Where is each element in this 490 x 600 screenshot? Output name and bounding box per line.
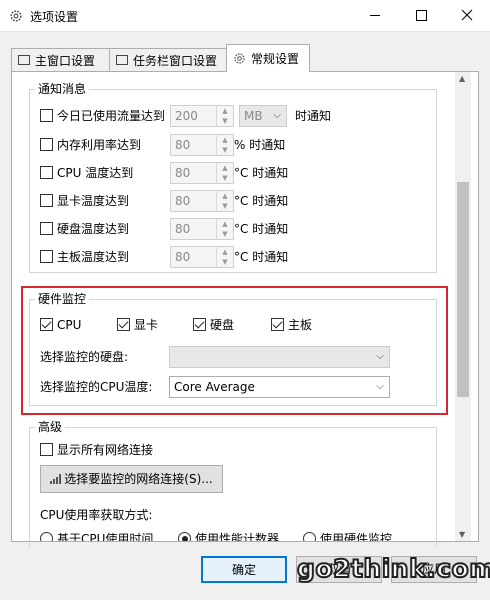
down-arrow-icon[interactable]: ▼ — [216, 229, 233, 239]
tab-label: 任务栏窗口设置 — [133, 53, 218, 68]
notify-board-temp-suffix: °C 时通知 — [234, 250, 289, 264]
select-connections-label: 选择要监控的网络连接(S)... — [64, 472, 213, 486]
notify-gpu-temp-suffix: °C 时通知 — [234, 194, 289, 208]
signal-bars-icon — [50, 474, 62, 484]
notify-memory-checkbox[interactable] — [40, 138, 53, 151]
up-arrow-icon[interactable]: ▲ — [216, 163, 233, 173]
close-button[interactable] — [444, 0, 490, 31]
highlight-box — [21, 286, 448, 415]
notify-memory-suffix: % 时通知 — [234, 138, 286, 152]
traffic-unit-select[interactable]: MB ⌵ — [239, 105, 287, 127]
scrollbar-thumb[interactable] — [457, 182, 469, 397]
disk-temp-spinner[interactable]: 80 ▲ ▼ — [170, 218, 234, 240]
radio-hw-monitor[interactable] — [303, 532, 316, 541]
cpu-method-label: CPU使用率获取方式: — [40, 508, 153, 522]
gpu-temp-spinner[interactable]: 80 ▲ ▼ — [170, 190, 234, 212]
notify-cpu-temp-checkbox[interactable] — [40, 166, 53, 179]
down-arrow-icon[interactable]: ▼ — [216, 116, 233, 126]
radio-hw-monitor-label: 使用硬件监控 — [320, 532, 393, 541]
select-connections-button[interactable]: 选择要监控的网络连接(S)... — [40, 465, 223, 493]
scroll-down-icon[interactable]: ▼ — [459, 530, 465, 539]
radio-perf-counter-label: 使用性能计数器 — [195, 532, 280, 541]
notify-traffic-suffix: 时通知 — [295, 109, 332, 123]
maximize-button[interactable] — [398, 0, 444, 31]
ok-button[interactable]: 确定 — [201, 556, 287, 583]
down-arrow-icon[interactable]: ▼ — [216, 201, 233, 211]
show-all-connections-checkbox[interactable] — [40, 443, 53, 456]
window-icon — [18, 55, 30, 65]
notify-cpu-temp-label: CPU 温度达到 — [57, 166, 134, 180]
notify-gpu-temp-checkbox[interactable] — [40, 194, 53, 207]
spinner-value: 80 — [175, 166, 191, 180]
notify-disk-temp-label: 硬盘温度达到 — [57, 222, 130, 236]
up-arrow-icon[interactable]: ▲ — [216, 247, 233, 257]
up-arrow-icon[interactable]: ▲ — [216, 219, 233, 229]
up-arrow-icon[interactable]: ▲ — [216, 106, 233, 116]
notify-memory-label: 内存利用率达到 — [57, 138, 142, 152]
radio-cpu-time[interactable] — [40, 532, 53, 541]
spinner-value: 80 — [175, 194, 191, 208]
tab-label: 常规设置 — [251, 52, 300, 66]
maximize-icon — [416, 10, 427, 21]
spinner-value: 80 — [175, 138, 191, 152]
up-arrow-icon[interactable]: ▲ — [216, 135, 233, 145]
app-gear-icon — [10, 10, 22, 22]
watermark: go2think.com — [296, 553, 490, 584]
minimize-icon — [370, 15, 380, 16]
show-all-connections-label: 显示所有网络连接 — [57, 443, 154, 457]
radio-perf-counter[interactable] — [178, 532, 191, 541]
radio-row-clip: 基于CPU使用时间 使用性能计数器 使用硬件监控 — [11, 528, 455, 541]
spinner-value: 80 — [175, 250, 191, 264]
spinner-value: 200 — [175, 109, 198, 123]
tab-taskbar-window[interactable]: 任务栏窗口设置 — [109, 48, 227, 71]
tab-label: 主窗口设置 — [35, 53, 96, 68]
up-arrow-icon[interactable]: ▲ — [216, 191, 233, 201]
minimize-button[interactable] — [352, 0, 398, 31]
unit-value: MB — [244, 109, 263, 123]
tab-main-window[interactable]: 主窗口设置 — [11, 48, 110, 71]
down-arrow-icon[interactable]: ▼ — [216, 173, 233, 183]
cpu-temp-spinner[interactable]: 80 ▲ ▼ — [170, 162, 234, 184]
notify-gpu-temp-label: 显卡温度达到 — [57, 194, 130, 208]
taskbar-icon — [116, 55, 128, 65]
notify-traffic-label: 今日已使用流量达到 — [57, 109, 166, 123]
title-bar: 选项设置 — [0, 0, 490, 32]
notify-board-temp-label: 主板温度达到 — [57, 250, 130, 264]
spinner-value: 80 — [175, 222, 191, 236]
notify-group-title: 通知消息 — [35, 82, 90, 96]
board-temp-spinner[interactable]: 80 ▲ ▼ — [170, 246, 234, 268]
radio-cpu-time-label: 基于CPU使用时间 — [57, 532, 154, 541]
notify-traffic-checkbox[interactable] — [40, 109, 53, 122]
memory-value-spinner[interactable]: 80 ▲ ▼ — [170, 134, 234, 156]
down-arrow-icon[interactable]: ▼ — [216, 257, 233, 267]
advanced-group-title: 高级 — [35, 420, 66, 434]
scroll-up-icon[interactable]: ▲ — [459, 74, 465, 83]
close-icon — [461, 9, 473, 21]
traffic-value-spinner[interactable]: 200 ▲ ▼ — [170, 105, 234, 127]
tab-general[interactable]: 常规设置 — [226, 44, 310, 72]
notify-board-temp-checkbox[interactable] — [40, 250, 53, 263]
notify-disk-temp-suffix: °C 时通知 — [234, 222, 289, 236]
notify-disk-temp-checkbox[interactable] — [40, 222, 53, 235]
notify-cpu-temp-suffix: °C 时通知 — [234, 166, 289, 180]
chevron-down-icon: ⌵ — [273, 110, 281, 121]
down-arrow-icon[interactable]: ▼ — [216, 145, 233, 155]
gear-icon — [234, 53, 245, 64]
window-title: 选项设置 — [30, 10, 79, 24]
